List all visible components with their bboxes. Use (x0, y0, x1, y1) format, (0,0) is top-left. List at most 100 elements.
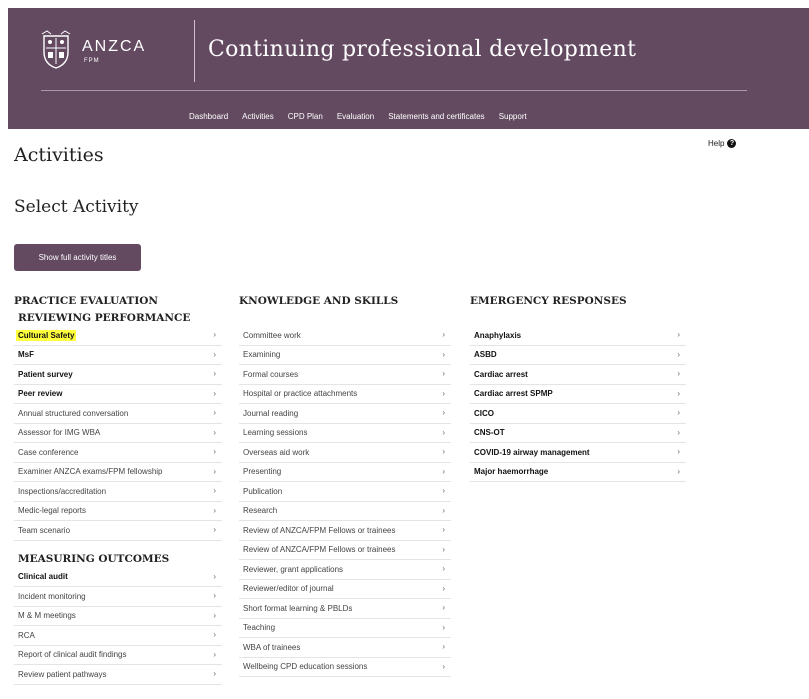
activity-label: Patient survey (18, 369, 73, 379)
activity-label: Clinical audit (18, 572, 68, 582)
activity-label: CNS-OT (474, 428, 505, 438)
activity-label: RCA (18, 630, 35, 640)
chevron-right-icon: › (213, 591, 216, 600)
activity-item[interactable]: Overseas aid work › (239, 443, 451, 463)
chevron-right-icon: › (442, 486, 445, 495)
reviewing-performance-list: Cultural Safety › MsF › Patient survey › Peer … (14, 326, 222, 541)
activity-item[interactable]: Case conference › (14, 443, 222, 463)
page-title: Activities (14, 144, 104, 166)
nav-dashboard[interactable]: Dashboard (189, 112, 228, 126)
chevron-right-icon: › (213, 388, 216, 398)
chevron-right-icon: › (213, 330, 216, 339)
activity-item[interactable]: Cardiac arrest › (470, 365, 686, 385)
activity-item[interactable]: Short format learning & PBLDs › (239, 599, 451, 619)
activity-item[interactable]: Hospital or practice attachments › (239, 385, 451, 404)
activity-item[interactable]: Patient survey › (14, 365, 222, 385)
help-link[interactable]: Help ? (708, 139, 737, 148)
nav-support[interactable]: Support (499, 112, 527, 126)
main-nav: Dashboard Activities CPD Plan Evaluation… (189, 112, 527, 126)
show-full-titles-button[interactable]: Show full activity titles (14, 244, 141, 271)
anzca-crest-icon[interactable] (41, 30, 71, 70)
header-divider (194, 20, 195, 82)
activity-item[interactable]: Anaphylaxis › (470, 326, 686, 346)
chevron-right-icon: › (213, 505, 216, 515)
section-title: Select Activity (14, 197, 139, 217)
logo-sub: FPM (84, 58, 100, 64)
activity-item[interactable]: MsF › (14, 346, 222, 365)
activity-label: WBA of trainees (243, 642, 301, 652)
activity-label: Major haemorrhage (474, 467, 549, 477)
activity-item[interactable]: Examiner ANZCA exams/FPM fellowship › (14, 463, 222, 482)
activity-item[interactable]: Incident monitoring › (14, 587, 222, 607)
nav-activities[interactable]: Activities (242, 112, 274, 126)
activity-item[interactable]: Review of ANZCA/FPM Fellows or trainees › (239, 541, 451, 560)
chevron-right-icon: › (442, 642, 445, 651)
activity-item[interactable]: Review of ANZCA/FPM Fellows or trainees › (239, 521, 451, 541)
activity-item[interactable]: Committee work › (239, 326, 451, 346)
activity-item[interactable]: Inspections/accreditation › (14, 482, 222, 502)
nav-evaluation[interactable]: Evaluation (337, 112, 374, 126)
activity-item[interactable]: Presenting › (239, 463, 451, 482)
header-rule (41, 90, 747, 91)
activity-item[interactable]: Examining › (239, 346, 451, 365)
emergency-responses-list: Anaphylaxis › ASBD › Cardiac arrest › Cardiac … (470, 326, 686, 482)
activity-item[interactable]: Wellbeing CPD education sessions › (239, 658, 451, 677)
reviewing-performance-title: REVIEWING PERFORMANCE (18, 312, 191, 324)
chevron-right-icon: › (442, 369, 445, 378)
activity-label: Examiner ANZCA exams/FPM fellowship (18, 467, 163, 477)
activity-item[interactable]: Teaching › (239, 619, 451, 638)
activity-item[interactable]: Annual structured conversation › (14, 404, 222, 424)
practice-evaluation-title: PRACTICE EVALUATION (14, 295, 159, 307)
activity-item[interactable]: Journal reading › (239, 404, 451, 424)
activity-item[interactable]: Research › (239, 502, 451, 521)
activity-label: Case conference (18, 447, 79, 457)
activity-item[interactable]: ASBD › (470, 346, 686, 365)
help-icon: ? (727, 139, 737, 148)
activity-item[interactable]: CNS-OT › (470, 424, 686, 443)
activity-item[interactable]: Major haemorrhage › (470, 463, 686, 482)
activity-item[interactable]: Team scenario › (14, 521, 222, 541)
activity-label: Cardiac arrest SPMP (474, 389, 553, 399)
activity-item[interactable]: Formal courses › (239, 365, 451, 385)
activity-item[interactable]: Reviewer, grant applications › (239, 560, 451, 580)
activity-item[interactable]: CICO › (470, 404, 686, 424)
chevron-right-icon: › (677, 447, 680, 456)
activity-item[interactable]: Peer review › (14, 385, 222, 404)
activity-item[interactable]: M & M meetings › (14, 607, 222, 626)
practice-evaluation-column: PRACTICE EVALUATION REVIEWING PERFORMANC… (14, 293, 222, 685)
activity-item[interactable]: Clinical audit › (14, 568, 222, 587)
emergency-responses-title: EMERGENCY RESPONSES (470, 295, 627, 307)
activity-item[interactable]: Medic-legal reports › (14, 502, 222, 521)
activity-label: Reviewer, grant applications (243, 564, 344, 574)
chevron-right-icon: › (442, 622, 445, 632)
activity-label: Review of ANZCA/FPM Fellows or trainees (243, 545, 396, 555)
chevron-right-icon: › (442, 505, 445, 515)
nav-statements[interactable]: Statements and certificates (388, 112, 485, 126)
activity-item[interactable]: Review patient pathways › (14, 665, 222, 685)
logo-text[interactable]: ANZCA (82, 38, 146, 56)
chevron-right-icon: › (213, 571, 216, 581)
chevron-right-icon: › (442, 661, 445, 671)
activity-label: Short format learning & PBLDs (243, 603, 353, 613)
activity-item[interactable]: RCA › (14, 626, 222, 646)
activity-item[interactable]: WBA of trainees › (239, 638, 451, 658)
nav-cpd-plan[interactable]: CPD Plan (288, 112, 323, 126)
chevron-right-icon: › (677, 330, 680, 339)
activity-item[interactable]: Cultural Safety › (14, 326, 222, 346)
activity-item[interactable]: Cardiac arrest SPMP › (470, 385, 686, 404)
activity-label: Committee work (243, 330, 301, 340)
chevron-right-icon: › (213, 369, 216, 378)
knowledge-skills-title: KNOWLEDGE AND SKILLS (239, 295, 399, 307)
chevron-right-icon: › (213, 447, 216, 456)
activity-item[interactable]: Reviewer/editor of journal › (239, 580, 451, 599)
activity-label: Presenting (243, 467, 282, 477)
activity-item[interactable]: COVID-19 airway management › (470, 443, 686, 463)
activity-item[interactable]: Report of clinical audit findings › (14, 646, 222, 665)
activity-item[interactable]: Learning sessions › (239, 424, 451, 443)
activity-item[interactable]: Publication › (239, 482, 451, 502)
measuring-outcomes-list: Clinical audit › Incident monitoring › M & M… (14, 568, 222, 685)
knowledge-skills-list: Committee work › Examining › Formal courses ›… (239, 326, 451, 677)
chevron-right-icon: › (442, 544, 445, 554)
activity-label: Peer review (18, 389, 63, 399)
activity-item[interactable]: Assessor for IMG WBA › (14, 424, 222, 443)
